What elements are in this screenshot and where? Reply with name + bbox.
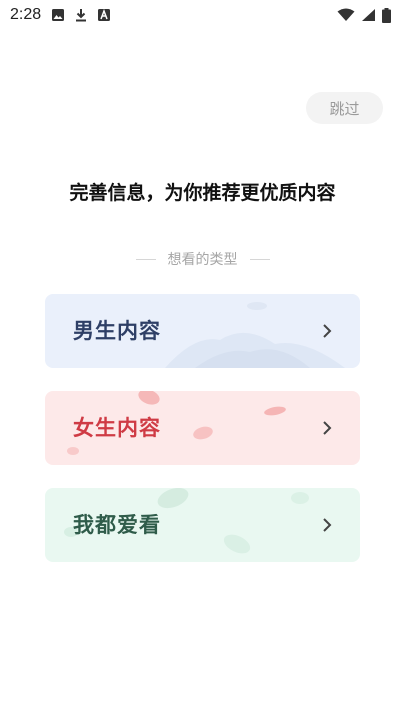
chevron-right-icon [323, 324, 332, 338]
option-male-content[interactable]: 男生内容 [45, 294, 360, 368]
download-icon [75, 8, 87, 22]
option-all-content[interactable]: 我都爱看 [45, 488, 360, 562]
status-bar: 2:28 [0, 0, 405, 30]
battery-icon [382, 7, 391, 23]
status-right [337, 7, 391, 23]
chevron-right-icon [323, 421, 332, 435]
option-label: 男生内容 [73, 318, 161, 343]
option-label: 女生内容 [73, 415, 161, 440]
status-left: 2:28 [10, 6, 111, 24]
option-label: 我都爱看 [73, 512, 161, 537]
subheading-text: 想看的类型 [167, 252, 238, 268]
signal-icon [361, 8, 376, 22]
page-title: 完善信息，为你推荐更优质内容 [69, 182, 336, 204]
option-female-content[interactable]: 女生内容 [45, 391, 360, 465]
text-a-icon [97, 8, 111, 22]
skip-button[interactable]: 跳过 [306, 92, 383, 124]
divider-right [249, 258, 270, 260]
wifi-icon [337, 8, 355, 22]
section-subheading: 想看的类型 [0, 249, 405, 269]
image-icon [51, 8, 65, 22]
divider-left [135, 258, 156, 260]
status-time: 2:28 [10, 6, 42, 23]
chevron-right-icon [323, 518, 332, 532]
